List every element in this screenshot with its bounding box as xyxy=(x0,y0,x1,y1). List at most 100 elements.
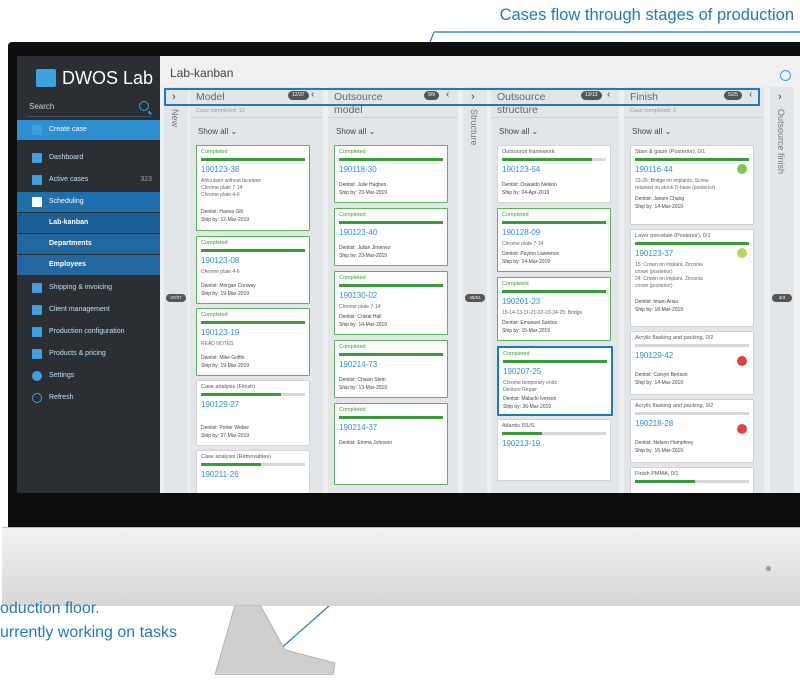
case-card[interactable]: Completed 190214-37 Dentist: Emma Johnso… xyxy=(334,403,448,485)
card-status: Completed xyxy=(339,275,366,281)
sidebar-sub-lab-kanban[interactable]: Lab-kanban xyxy=(17,213,160,233)
power-indicator-icon xyxy=(766,566,771,571)
case-id-link[interactable]: 190213-19 xyxy=(502,439,540,448)
case-id-link[interactable]: 190218-28 xyxy=(635,419,673,428)
column-new-collapsed[interactable]: › New 37/37 xyxy=(164,87,188,493)
card-meta: Dentist: Janani Chang Ship by: 14-Mar-201… xyxy=(635,196,685,210)
price-tag-icon xyxy=(32,349,42,359)
show-all-dropdown[interactable]: Show all ⌄ xyxy=(499,127,538,136)
column-outsource-finish-collapsed[interactable]: › Outsource finish 3/3 xyxy=(770,87,794,493)
case-id-link[interactable]: 190129-42 xyxy=(635,351,673,360)
case-card[interactable]: Completed 190123-08 Chrome plate 4-6 Den… xyxy=(196,236,310,304)
card-meta: Dentist: Julian Jimenez Ship by: 23-Mar-2… xyxy=(339,245,391,259)
card-meta: Dentist: Emanuel Santos Ship by: 15-Mar-2… xyxy=(502,320,558,334)
column-count-badge: 37/37 xyxy=(166,294,186,302)
sidebar-item-clients[interactable]: Client management xyxy=(17,300,160,320)
sidebar-sub-departments[interactable]: Departments xyxy=(17,234,160,254)
sidebar-item-products[interactable]: Products & pricing xyxy=(17,344,160,364)
search-input[interactable]: Search xyxy=(27,98,151,117)
card-description: Articulator without facebow Chrome plate… xyxy=(201,178,261,198)
case-card[interactable]: Case analysis (Removables) 190211-26 xyxy=(196,450,310,493)
case-id-link[interactable]: 190116-44 xyxy=(635,165,673,174)
sidebar-item-scheduling[interactable]: Scheduling xyxy=(17,192,160,212)
case-id-link[interactable]: 190201-23 xyxy=(502,297,540,306)
show-all-dropdown[interactable]: Show all ⌄ xyxy=(336,127,375,136)
card-description: Chrome plate 4-6 xyxy=(201,269,240,275)
progress-bar xyxy=(503,360,607,363)
card-status: Completed xyxy=(502,212,529,218)
card-meta: Dentist: Hanna Gill Ship by: 12-Mar-2019 xyxy=(201,209,250,223)
case-card[interactable]: Finish PMMA, 0/1 xyxy=(630,467,754,493)
progress-bar xyxy=(201,158,305,161)
column-subtitle: Case completed: 12 xyxy=(196,108,245,114)
case-id-link[interactable]: 190211-26 xyxy=(201,470,239,479)
progress-bar xyxy=(502,432,542,435)
case-card[interactable]: Layer porcelain (Posterior), 0/1 190123-… xyxy=(630,229,754,327)
show-all-dropdown[interactable]: Show all ⌄ xyxy=(632,127,671,136)
case-id-link[interactable]: 190214-37 xyxy=(339,423,377,432)
sidebar-item-settings[interactable]: Settings xyxy=(17,366,160,386)
case-id-link[interactable]: 190123-19 xyxy=(201,328,239,337)
card-meta: Dentist: Payton Lawrence Ship by: 14-Mar-… xyxy=(502,251,559,265)
page-title: Lab-kanban xyxy=(170,66,234,80)
case-id-link[interactable]: 190128-09 xyxy=(502,228,540,237)
progress-bar xyxy=(339,158,443,161)
case-id-link[interactable]: 190123-37 xyxy=(635,249,673,258)
case-card[interactable]: Outsource framework 190123-54 Dentist: O… xyxy=(497,145,611,203)
case-id-link[interactable]: 190207-25 xyxy=(503,367,541,376)
card-status: Acrylic flasking and packing, 0/2 xyxy=(635,403,714,409)
case-id-link[interactable]: 190118-30 xyxy=(339,165,377,174)
column-model: Model Case completed: 12 12/37 ‹ Show al… xyxy=(190,87,323,493)
case-card[interactable]: Completed 190128-09 Chrome plate 7-14 De… xyxy=(497,208,611,272)
card-status: Case analysis (Removables) xyxy=(201,454,271,460)
case-id-link[interactable]: 190129-27 xyxy=(201,400,239,409)
case-card[interactable]: Atlantis ISUS 190213-19 xyxy=(497,419,611,481)
case-card[interactable]: Acrylic flasking and packing, 0/2 190129… xyxy=(630,331,754,395)
app-screen: DWOS Lab Search Create case Dashboard Ac… xyxy=(17,56,800,493)
help-icon[interactable] xyxy=(780,70,791,81)
case-card[interactable]: Completed 190201-23 15-14-13-11-21-22-23… xyxy=(497,277,611,341)
app-logo[interactable]: DWOS Lab xyxy=(36,67,153,89)
sidebar-item-active-cases[interactable]: Active cases 323 xyxy=(17,170,160,190)
person-icon xyxy=(32,305,42,315)
case-id-link[interactable]: 190123-54 xyxy=(502,165,540,174)
case-id-link[interactable]: 190130-02 xyxy=(339,291,377,300)
case-card-highlighted[interactable]: Completed 190207-25 Chrome temporary end… xyxy=(497,346,613,416)
card-meta: Dentist: Imani Arias Ship by: 18-Mar-2019 xyxy=(635,299,684,313)
case-id-link[interactable]: 190123-08 xyxy=(201,256,239,265)
status-check-icon xyxy=(737,164,747,174)
case-card[interactable]: Completed 190214-73 Dentist: Chasin Stei… xyxy=(334,340,448,398)
case-card[interactable]: Completed 190123-40 Dentist: Julian Jime… xyxy=(334,208,448,266)
expand-icon[interactable]: › xyxy=(778,91,782,103)
case-id-link[interactable]: 190123-38 xyxy=(201,165,239,174)
sidebar-item-production-config[interactable]: Production configuration xyxy=(17,322,160,342)
case-card[interactable]: Completed 190118-30 Dentist: Julie Hughe… xyxy=(334,145,448,203)
sidebar-item-refresh[interactable]: Refresh xyxy=(17,388,160,408)
show-all-dropdown[interactable]: Show all ⌄ xyxy=(198,127,237,136)
card-description: READ NOTES xyxy=(201,341,234,347)
sidebar-item-shipping[interactable]: Shipping & invoicing xyxy=(17,278,160,298)
column-label: New xyxy=(170,109,180,128)
case-id-link[interactable]: 190214-73 xyxy=(339,360,377,369)
column-structure-collapsed[interactable]: › Structure 45/51 xyxy=(463,87,487,493)
case-card[interactable]: Completed 190123-38 Articulator without … xyxy=(196,145,310,231)
progress-bar xyxy=(201,393,281,396)
card-meta: Dentist: Morgan Conway Ship by: 19-Mar-20… xyxy=(201,283,256,297)
card-status: Completed xyxy=(503,351,530,357)
status-alert-icon xyxy=(737,424,747,434)
logo-icon xyxy=(36,69,56,87)
case-id-link[interactable]: 190123-40 xyxy=(339,228,377,237)
calendar-icon xyxy=(32,197,42,207)
case-card[interactable]: Completed 190123-19 READ NOTES Dentist: … xyxy=(196,308,310,376)
sidebar-sub-employees[interactable]: Employees xyxy=(17,255,160,275)
sidebar-item-create-case[interactable]: Create case xyxy=(17,120,160,140)
case-card[interactable]: Stain & glaze (Posterior), 0/1 190116-44… xyxy=(630,145,754,225)
case-card[interactable]: Case analysis (Finish) 190129-27 Dentist… xyxy=(196,380,310,446)
case-card[interactable]: Completed 190130-02 Chrome plate 7-14 De… xyxy=(334,271,448,335)
column-count-badge: 3/3 xyxy=(772,294,792,302)
case-card[interactable]: Acrylic flasking and packing, 0/2 190218… xyxy=(630,399,754,463)
search-icon[interactable] xyxy=(139,101,149,111)
sidebar-item-dashboard[interactable]: Dashboard xyxy=(17,148,160,168)
card-meta: Dentist: Porter Weber Ship by: 27-Mar-201… xyxy=(201,425,250,439)
card-description: Chrome temporary ends Denture Repair xyxy=(503,380,557,393)
